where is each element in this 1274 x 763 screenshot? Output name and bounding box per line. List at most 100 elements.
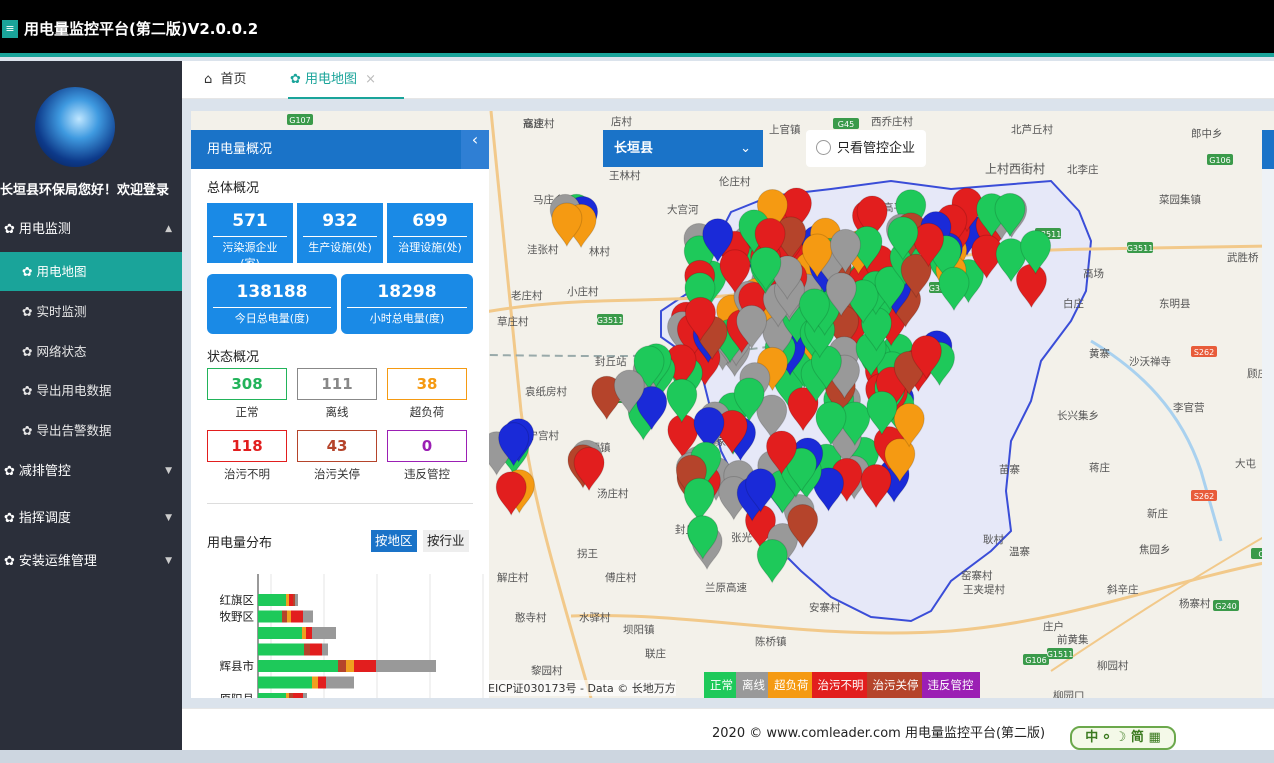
close-icon[interactable]: ×: [365, 72, 376, 87]
region-select[interactable]: 长垣县 ⌄: [603, 130, 763, 167]
bar-segment: [295, 594, 298, 606]
map-place-label: 老庄村: [511, 289, 543, 302]
bar-segment: [293, 594, 295, 606]
toggle-by-industry[interactable]: 按行业: [423, 530, 469, 552]
status-box[interactable]: 118: [207, 430, 287, 462]
bar-segment: [258, 660, 338, 672]
toggle-by-area[interactable]: 按地区: [371, 530, 417, 552]
home-icon: ⌂: [204, 72, 213, 87]
legend-item[interactable]: 离线: [736, 672, 771, 698]
only-controlled-toggle[interactable]: 只看管控企业: [806, 130, 926, 167]
legend-item[interactable]: 违反管控: [921, 672, 980, 698]
gear-icon: ✿: [22, 423, 33, 438]
caret-down-icon: ▼: [165, 513, 172, 523]
map-place-label: 林村: [589, 245, 610, 258]
nav-item-export-alarm[interactable]: ✿ 导出告警数据: [0, 411, 182, 450]
bar-segment: [312, 627, 336, 639]
stat-value: 138188: [236, 282, 308, 302]
collapse-icon[interactable]: ‹: [461, 130, 489, 169]
nav-label: 用电监测: [18, 222, 71, 237]
road-shield-label: G240: [1215, 602, 1236, 611]
bar-segment: [258, 643, 304, 656]
bar-segment: [286, 594, 289, 606]
map-place-label: 上村西街村: [985, 162, 1045, 176]
status-label: 离线: [325, 405, 349, 419]
map-place-label: 水驿村: [579, 611, 611, 624]
nav-item-emission-control[interactable]: ✿ 减排管控 ▼: [0, 452, 182, 491]
map-marker-pin-icon[interactable]: [683, 477, 715, 523]
bar-segment: [318, 676, 326, 689]
radio-icon[interactable]: [816, 139, 831, 155]
avatar: [35, 87, 115, 167]
map-place-label: 小庄村: [567, 285, 599, 298]
map-marker-pin-icon[interactable]: [666, 378, 698, 424]
map-place-label: 拐王: [577, 547, 598, 560]
map-place-label: 长兴集乡: [1057, 409, 1099, 422]
status-label: 治污不明: [224, 467, 270, 481]
status-label: 违反管控: [404, 467, 450, 481]
ime-indicator[interactable]: 中 ⸰ ☽ 简 ▦: [1070, 726, 1176, 750]
legend-item[interactable]: 治污不明: [811, 672, 870, 698]
status-box[interactable]: 0: [387, 430, 467, 462]
map-place-label: 窑寨村: [961, 569, 993, 582]
nav-item-power-map[interactable]: ✿ 用电地图: [0, 252, 182, 291]
map-place-label: 店村: [611, 115, 632, 128]
divider: [207, 503, 473, 504]
bar-segment: [282, 610, 287, 623]
legend-item[interactable]: 正常: [704, 672, 739, 698]
bar-segment: [302, 627, 306, 639]
nav-label: 用电地图: [36, 264, 87, 279]
gear-icon: ✿: [22, 264, 33, 279]
map-marker-pin-icon[interactable]: [573, 446, 605, 492]
nav-item-maintenance[interactable]: ✿ 安装运维管理 ▼: [0, 542, 182, 581]
nav-item-dispatch[interactable]: ✿ 指挥调度 ▼: [0, 499, 182, 538]
stat-label: 污染源企业(家): [213, 236, 287, 271]
right-panel-edge: [1262, 130, 1274, 698]
bar-segment: [304, 643, 310, 656]
bar-segment: [326, 676, 354, 689]
map-place-label: 西乔庄村: [871, 115, 913, 128]
status-box[interactable]: 111: [297, 368, 377, 400]
nav-item-network[interactable]: ✿ 网络状态: [0, 332, 182, 371]
gear-icon: ✿: [4, 464, 15, 479]
nav-item-power-monitoring[interactable]: ✿ 用电监测 ▲: [0, 210, 182, 249]
stat-label: 治理设施(处): [393, 236, 467, 255]
map-place-label: 王夹堤村: [963, 583, 1005, 596]
map-place-label: 伦庄村: [719, 175, 751, 188]
legend-item[interactable]: 超负荷: [768, 672, 815, 698]
chevron-down-icon: ⌄: [740, 141, 751, 156]
bar-segment: [354, 660, 376, 672]
gear-icon: ✿: [4, 222, 15, 237]
stat-value: 699: [412, 211, 448, 231]
total-title: 总体概况: [207, 181, 260, 196]
status-box[interactable]: 43: [297, 430, 377, 462]
map-place-label: 洼张村: [527, 243, 559, 256]
tab-map-label: 用电地图: [305, 72, 358, 87]
bar-segment: [310, 643, 322, 656]
status-box[interactable]: 308: [207, 368, 287, 400]
bar-label: 原阳县: [220, 692, 255, 698]
status-box[interactable]: 38: [387, 368, 467, 400]
bar-segment: [306, 627, 312, 639]
nav-label: 网络状态: [36, 344, 87, 359]
map-place-label: 菜园集镇: [1159, 193, 1201, 206]
map-marker-pin-icon[interactable]: [756, 539, 788, 584]
right-panel-header: [1262, 130, 1274, 169]
bar-segment: [291, 610, 303, 623]
legend-item[interactable]: 治污关停: [866, 672, 925, 698]
tab-home[interactable]: ⌂ 首页: [204, 61, 247, 99]
welcome-text: 长垣县环保局您好！欢迎登录: [0, 183, 170, 198]
map-legend: 正常 离线 超负荷 治污不明 治污关停 违反管控: [704, 672, 980, 698]
footer: 2020 © www.comleader.com 用电量监控平台(第二版) 中 …: [182, 708, 1274, 750]
road-shield-label: G3511: [1127, 244, 1154, 253]
bar-segment: [376, 660, 436, 672]
tab-power-map[interactable]: ✿ 用电地图 ×: [288, 61, 404, 99]
map-place-label: 高速: [523, 117, 544, 130]
menu-toggle-icon[interactable]: ≡: [2, 20, 18, 38]
bar-segment: [287, 610, 291, 623]
sidebar: 长垣县环保局您好！欢迎登录 ✿ 用电监测 ▲ ✿ 用电地图 ✿ 实时监测 ✿ 网络状态 ✿…: [0, 61, 182, 763]
top-bar: ≡ 用电量监控平台(第二版)V2.0.0.2: [0, 0, 1274, 57]
nav-item-export-power[interactable]: ✿ 导出用电数据: [0, 371, 182, 410]
nav-item-realtime[interactable]: ✿ 实时监测: [0, 292, 182, 331]
bar-segment: [286, 693, 289, 698]
